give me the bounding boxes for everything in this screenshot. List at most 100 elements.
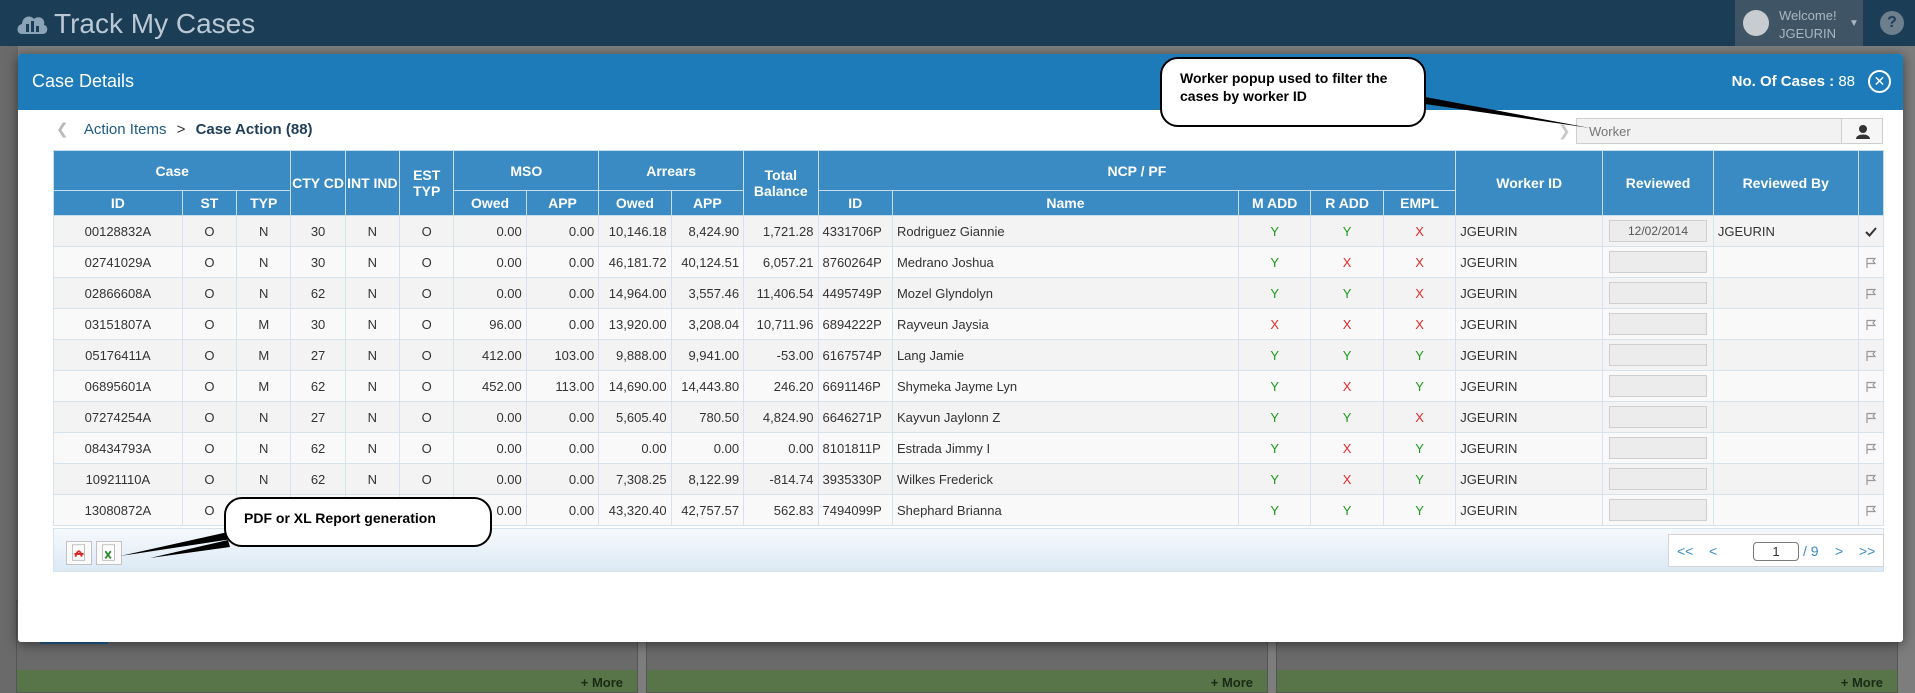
cell-int-ind: N [344,432,401,464]
page-total: / 9 [1803,543,1819,559]
flag-icon[interactable] [1865,505,1877,517]
cell-est-typ: O [399,370,455,402]
flag-icon[interactable] [1865,257,1877,269]
table-row[interactable]: 10921110A O N 62 N O 0.00 0.00 7,308.25 8,122.99-… [53,463,1885,495]
cell-int-ind: N [344,370,401,402]
excel-report-button[interactable] [96,541,122,565]
cell-case-st: O [181,215,238,247]
worker-input[interactable] [1576,118,1842,144]
flag-icon[interactable] [1865,350,1877,362]
reviewed-date-field[interactable] [1609,468,1707,490]
cases-table-body: 00128832A O N 30 N O 0.00 0.00 10,146.18 8,424.90… [53,215,1885,526]
cell-r-add: X [1310,308,1384,340]
cell-case-typ: M [236,308,292,340]
first-page-button[interactable]: << [1677,543,1693,559]
breadcrumb-current: Case Action (88) [195,121,313,138]
cell-int-ind: N [344,277,401,309]
header-int-ind: INT IND [344,150,401,216]
reviewed-date-field[interactable] [1609,313,1707,335]
table-row[interactable]: 03151807A O M 30 N O 96.00 0.00 13,920.00 3,208.0… [53,308,1885,340]
more-link[interactable]: + More [1841,675,1883,690]
cell-action [1857,277,1885,309]
breadcrumb-action-items[interactable]: Action Items [84,121,167,138]
check-icon[interactable] [1865,226,1877,238]
cell-mso-app: 103.00 [525,339,600,371]
reviewed-date-field[interactable] [1609,344,1707,366]
cell-worker-id: JGEURIN [1455,215,1604,247]
cell-r-add: Y [1310,494,1384,526]
cell-arrears-app: 0.00 [670,432,745,464]
flag-icon[interactable] [1865,319,1877,331]
cell-reviewed-by [1712,432,1859,464]
table-row[interactable]: 06895601A O M 62 N O 452.00 113.00 14,690.00 14,4… [53,370,1885,402]
cell-action [1857,215,1885,247]
flag-icon[interactable] [1865,381,1877,393]
cell-case-typ: M [236,370,292,402]
chevron-left-icon[interactable]: ❮ [56,121,69,138]
cell-mso-owed: 452.00 [453,370,527,402]
flag-icon[interactable] [1865,288,1877,300]
cell-worker-id: JGEURIN [1455,277,1604,309]
cell-case-typ: N [236,215,292,247]
cell-est-typ: O [399,215,455,247]
more-link[interactable]: + More [581,675,623,690]
cell-arrears-owed: 43,320.40 [598,494,672,526]
cell-case-typ: N [236,432,292,464]
cell-reviewed [1602,370,1714,402]
cell-empl: Y [1382,370,1457,402]
more-link[interactable]: + More [1211,675,1253,690]
reviewed-date-field[interactable]: 12/02/2014 [1609,220,1707,242]
cell-ncp-name: Estrada Jimmy I [891,432,1240,464]
flag-icon[interactable] [1865,443,1877,455]
table-row[interactable]: 02741029A O N 30 N O 0.00 0.00 46,181.72 40,124.5… [53,246,1885,278]
cell-reviewed-by [1712,463,1859,495]
cell-arrears-owed: 7,308.25 [598,463,672,495]
cell-ncp-id: 8101811P [817,432,893,464]
reviewed-date-field[interactable] [1609,251,1707,273]
cell-case-typ: N [236,463,292,495]
cell-ncp-id: 4331706P [817,215,893,247]
reviewed-date-field[interactable] [1609,499,1707,521]
cell-mso-owed: 0.00 [453,401,527,433]
cell-arrears-owed: 14,964.00 [598,277,672,309]
cell-action [1857,494,1885,526]
header-name: Name [891,190,1240,216]
cell-arrears-owed: 14,690.00 [598,370,672,402]
reviewed-date-field[interactable] [1609,375,1707,397]
page-input[interactable]: 1 [1753,542,1799,561]
cell-ncp-id: 4495749P [817,277,893,309]
cell-r-add: Y [1310,215,1384,247]
user-menu[interactable]: Welcome! JGEURIN ▼ [1735,0,1863,46]
reviewed-date-field[interactable] [1609,406,1707,428]
cell-r-add: Y [1310,339,1384,371]
cell-ncp-id: 8760264P [817,246,893,278]
cell-cty-cd: 27 [290,401,346,433]
table-row[interactable]: 02866608A O N 62 N O 0.00 0.00 14,964.00 3,557.46… [53,277,1885,309]
cell-ncp-name: Mozel Glyndolyn [891,277,1240,309]
flag-icon[interactable] [1865,412,1877,424]
cell-mso-owed: 0.00 [453,246,527,278]
prev-page-button[interactable]: < [1709,543,1717,559]
help-icon[interactable]: ? [1880,11,1904,35]
flag-icon[interactable] [1865,474,1877,486]
cell-int-ind: N [344,308,401,340]
next-page-button[interactable]: > [1835,543,1843,559]
background-panel [0,46,18,693]
table-row[interactable]: 08434793A O N 62 N O 0.00 0.00 0.00 0.00 0.00 81018… [53,432,1885,464]
cell-total-balance: -53.00 [743,339,819,371]
pdf-report-button[interactable] [66,541,92,565]
table-row[interactable]: 07274254A O N 27 N O 0.00 0.00 5,605.40 780.50 4,8… [53,401,1885,433]
cell-total-balance: 562.83 [743,494,819,526]
cell-reviewed: 12/02/2014 [1602,215,1714,247]
table-row[interactable]: 00128832A O N 30 N O 0.00 0.00 10,146.18 8,424.90… [53,215,1885,247]
cell-m-add: Y [1237,277,1312,309]
cell-arrears-app: 780.50 [670,401,745,433]
cell-arrears-owed: 46,181.72 [598,246,672,278]
table-row[interactable]: 05176411A O M 27 N O 412.00 103.00 9,888.00 9,941… [53,339,1885,371]
cell-mso-owed: 0.00 [453,432,527,464]
reviewed-date-field[interactable] [1609,282,1707,304]
reviewed-date-field[interactable] [1609,437,1707,459]
close-icon[interactable]: ✕ [1868,70,1891,93]
worker-popup-button[interactable] [1841,118,1883,144]
last-page-button[interactable]: >> [1859,543,1875,559]
